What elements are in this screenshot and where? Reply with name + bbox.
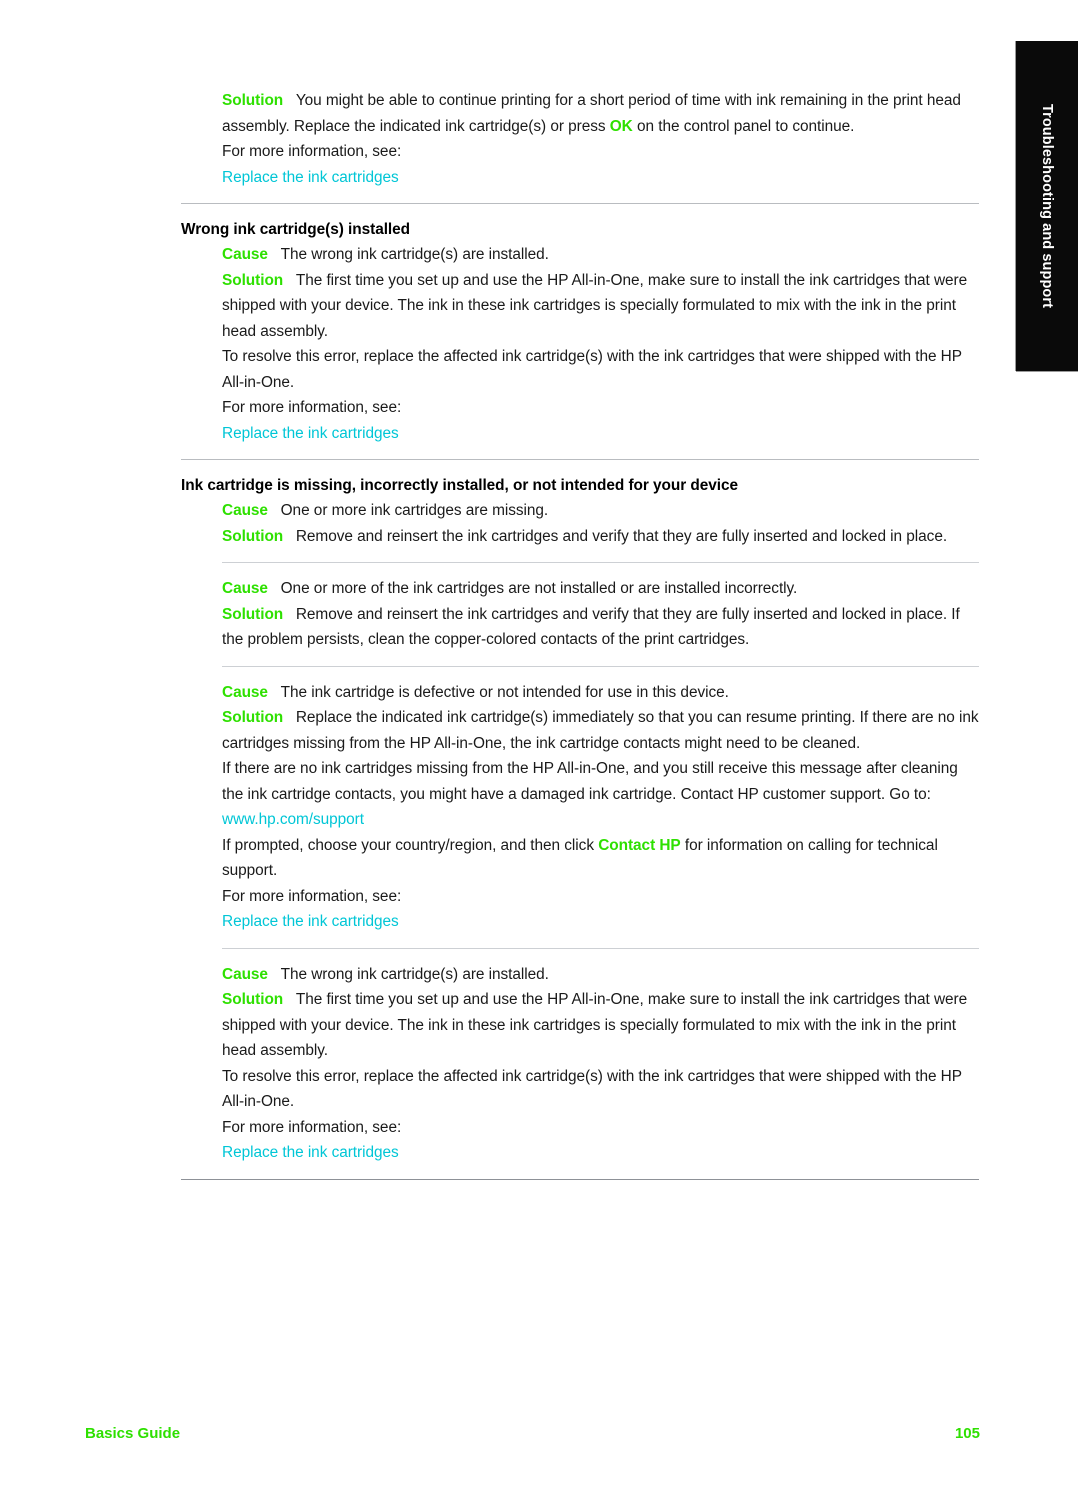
missing-cause-3: Cause The ink cartridge is defective or … (222, 680, 979, 706)
support-url-row: www.hp.com/support (222, 807, 979, 833)
missing-cause-1: Cause One or more ink cartridges are mis… (222, 498, 979, 524)
intro-solution-text-2: on the control panel to continue. (632, 117, 855, 135)
missing-solution-3-p3: If prompted, choose your country/region,… (222, 833, 979, 884)
missing-solution-3-p2: If there are no ink cartridges missing f… (222, 760, 958, 803)
section-heading-wrong-cartridge: Wrong ink cartridge(s) installed (181, 221, 411, 238)
link-replace-the-ink-cartridges[interactable]: Replace the ink cartridges (222, 1144, 399, 1161)
missing-more-info-label-2: For more information, see: (222, 1118, 402, 1136)
page-footer: Basics Guide 105 (85, 1425, 980, 1449)
document-page: Solution You might be able to continue p… (0, 0, 1080, 1495)
cause-text: The wrong ink cartridge(s) are installed… (280, 246, 549, 263)
missing-solution-2: Solution Remove and reinsert the ink car… (222, 602, 979, 653)
block-wrong-ink-cartridge: Wrong ink cartridge(s) installed Cause T… (181, 217, 979, 446)
missing-link-row-1: Replace the ink cartridges (222, 909, 979, 935)
solution-text: Remove and reinsert the ink cartridges a… (295, 527, 948, 545)
cause-text: One or more of the ink cartridges are no… (280, 580, 798, 597)
solution-label: Solution (222, 271, 284, 289)
intro-link-row: Replace the ink cartridges (222, 165, 979, 191)
contact-hp-reference: Contact HP (598, 836, 681, 854)
page-content: Solution You might be able to continue p… (181, 88, 979, 1180)
missing-cause-4: Cause The wrong ink cartridge(s) are ins… (222, 962, 979, 988)
cause-text: The wrong ink cartridge(s) are installed… (280, 965, 549, 983)
wrong-cartridge-solution-p2: To resolve this error, replace the affec… (222, 348, 962, 391)
footer-page-number: 105 (954, 1425, 980, 1442)
link-hp-support-url[interactable]: www.hp.com/support (222, 811, 364, 828)
cause-label: Cause (222, 580, 268, 597)
missing-solution-4-p1: Solution The first time you set up and u… (222, 987, 979, 1064)
link-replace-the-ink-cartridges[interactable]: Replace the ink cartridges (222, 425, 399, 442)
solution-label: Solution (222, 991, 284, 1008)
block-intro-solution: Solution You might be able to continue p… (181, 88, 979, 190)
solution-text: The first time you set up and use the HP… (222, 271, 968, 340)
missing-solution-1: Solution Remove and reinsert the ink car… (222, 524, 979, 550)
intro-solution-paragraph: Solution You might be able to continue p… (222, 88, 979, 139)
section-divider-3 (181, 1178, 979, 1180)
footer-guide-title: Basics Guide (85, 1425, 181, 1442)
wrong-cartridge-cause: Cause The wrong ink cartridge(s) are ins… (222, 242, 979, 268)
missing-cause-2: Cause One or more of the ink cartridges … (222, 576, 979, 602)
block-missing-cartridge: Ink cartridge is missing, incorrectly in… (181, 473, 979, 1166)
link-replace-the-ink-cartridges[interactable]: Replace the ink cartridges (222, 169, 399, 186)
intro-more-info-label: For more information, see: (222, 143, 402, 160)
link-replace-the-ink-cartridges[interactable]: Replace the ink cartridges (222, 913, 399, 930)
solution-label: Solution (222, 709, 284, 726)
prompt-text-before: If prompted, choose your country/region,… (222, 836, 599, 854)
solution-text: Remove and reinsert the ink cartridges a… (222, 605, 960, 649)
ok-button-reference: OK (609, 117, 633, 135)
cause-label: Cause (222, 683, 268, 701)
section-heading-missing-cartridge: Ink cartridge is missing, incorrectly in… (181, 477, 739, 494)
wrong-cartridge-link-row: Replace the ink cartridges (222, 421, 979, 447)
cause-label: Cause (222, 246, 268, 263)
cause-text: One or more ink cartridges are missing. (280, 502, 549, 519)
solution-text: The first time you set up and use the HP… (222, 991, 968, 1059)
missing-solution-4-p2: To resolve this error, replace the affec… (222, 1067, 962, 1111)
wrong-cartridge-solution-p1: Solution The first time you set up and u… (222, 268, 979, 345)
solution-label: Solution (222, 527, 284, 545)
solution-label: Solution (222, 605, 284, 623)
cause-label: Cause (222, 965, 268, 983)
cause-text: The ink cartridge is defective or not in… (280, 683, 729, 701)
cause-label: Cause (222, 502, 268, 519)
missing-link-row-2: Replace the ink cartridges (222, 1140, 979, 1166)
solution-label: Solution (222, 92, 284, 109)
missing-more-info-label-1: For more information, see: (222, 887, 402, 905)
wrong-cartridge-more-info-label: For more information, see: (222, 399, 402, 416)
solution-text: Replace the indicated ink cartridge(s) i… (222, 709, 979, 752)
missing-solution-3-p1: Solution Replace the indicated ink cartr… (222, 705, 979, 756)
